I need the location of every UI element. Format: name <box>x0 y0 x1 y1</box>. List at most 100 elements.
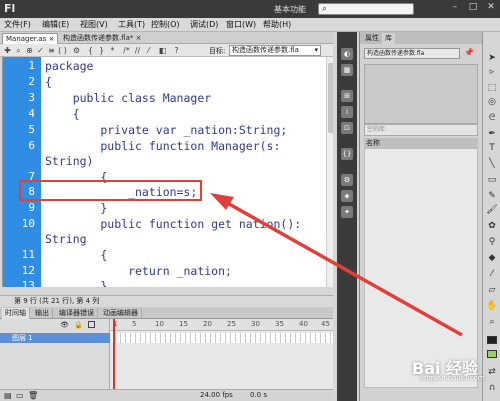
menu-help[interactable]: 帮助(H) <box>263 19 291 30</box>
menu-edit[interactable]: 编辑(E) <box>42 19 69 30</box>
close-icon[interactable]: ✕ <box>484 2 498 14</box>
color-panel-icon[interactable]: ◐ <box>341 48 353 60</box>
library-search-input[interactable]: 空的库 <box>364 124 478 136</box>
eraser-icon[interactable]: ▱ <box>486 284 498 296</box>
tab-fla-document[interactable]: 构造函数传递参数.fla* × <box>60 33 145 44</box>
tab-library[interactable]: 库 <box>382 33 395 44</box>
paint-bucket-icon[interactable]: ◆ <box>486 252 498 264</box>
swatches-icon[interactable]: ▦ <box>341 64 353 76</box>
scrollbar-thumb[interactable] <box>328 63 333 133</box>
stroke-color-swatch[interactable] <box>487 336 497 344</box>
expand-all-icon[interactable]: * <box>108 46 117 55</box>
close-tab-icon[interactable]: × <box>48 35 54 43</box>
components-icon[interactable]: ⚙ <box>341 174 353 186</box>
frame-tick: 15 <box>179 320 188 328</box>
lock-icon[interactable]: 🔒 <box>74 321 83 329</box>
collapse-selection-icon[interactable]: } <box>97 46 106 55</box>
timeline-footer: ▤ ▭ 🗑 24.00 fps 0.0 s <box>0 389 333 401</box>
close-tab-icon[interactable]: × <box>136 34 142 42</box>
code-line-wrapped: String) <box>45 154 94 168</box>
tab-properties[interactable]: 属性 <box>362 33 382 44</box>
selection-tool-icon[interactable]: ➤ <box>486 52 498 64</box>
new-folder-icon[interactable]: ▭ <box>16 391 24 400</box>
maximize-icon[interactable]: □ <box>466 2 480 14</box>
tab-motion-editor[interactable]: 动画编辑器 <box>100 308 142 319</box>
deco-tool-icon[interactable]: ✿ <box>486 220 498 232</box>
workspace-switcher[interactable]: 基本功能 <box>274 4 306 15</box>
pin-icon[interactable]: 📌 <box>464 48 474 57</box>
target-select[interactable]: 构造函数传递参数.fla ▾ <box>229 45 321 56</box>
pencil-tool-icon[interactable]: ✎ <box>486 190 498 202</box>
find-icon[interactable]: ⌕ <box>14 46 23 55</box>
comment-line-icon[interactable]: // <box>133 46 142 55</box>
layer-row[interactable]: 图层 1 <box>0 333 110 343</box>
comment-block-icon[interactable]: /* <box>122 46 131 55</box>
code-snippets-panel-icon[interactable]: {} <box>341 148 353 160</box>
motion-presets-icon[interactable]: ✦ <box>341 206 353 218</box>
menu-file[interactable]: 文件(F) <box>4 19 31 30</box>
line-tool-icon[interactable]: ╲ <box>486 158 498 170</box>
check-syntax-icon[interactable]: ✓ <box>36 46 45 55</box>
fill-color-swatch[interactable] <box>487 350 497 358</box>
snap-icon[interactable]: ∩ <box>486 382 498 394</box>
free-transform-icon[interactable]: ⬚ <box>486 82 498 94</box>
frame-ruler[interactable]: 1 5 10 15 20 25 30 35 40 45 <box>111 319 333 331</box>
debug-options-icon[interactable]: ⚙ <box>72 46 81 55</box>
insert-target-icon[interactable]: ⊕ <box>25 46 34 55</box>
vertical-scrollbar[interactable] <box>326 57 333 287</box>
frame-rate[interactable]: 24.00 fps <box>200 391 233 399</box>
code-editor[interactable]: 1 2 3 4 5 6 7 8 9 10 11 12 13 package { … <box>2 57 333 287</box>
subselection-tool-icon[interactable]: ▹ <box>486 66 498 78</box>
frame-cells[interactable] <box>111 333 333 343</box>
hand-tool-icon[interactable]: ✋ <box>486 300 498 312</box>
outline-icon[interactable] <box>88 321 95 328</box>
menu-view[interactable]: 视图(V) <box>80 19 108 30</box>
frame-tick: 30 <box>251 320 260 328</box>
brush-tool-icon[interactable]: 🖌 <box>486 204 498 216</box>
tab-compiler-errors[interactable]: 编译器错误 <box>56 308 98 319</box>
frame-tick: 25 <box>227 320 236 328</box>
info-icon[interactable]: i <box>341 106 353 118</box>
new-layer-icon[interactable]: ▤ <box>4 391 12 400</box>
eye-icon[interactable]: 👁 <box>60 321 69 329</box>
pen-tool-icon[interactable]: ✒ <box>486 128 498 140</box>
library-column-header[interactable]: 名称 <box>364 138 478 148</box>
library-item-list[interactable] <box>364 148 478 388</box>
line-number: 12 <box>21 264 35 277</box>
library-document-select[interactable]: 构造函数传递参数.fla <box>364 48 460 59</box>
swap-colors-icon[interactable]: ⇄ <box>486 366 498 378</box>
minimize-icon[interactable]: – <box>448 2 462 14</box>
code-snippets-icon[interactable]: ◧ <box>158 46 167 55</box>
delete-layer-icon[interactable]: 🗑 <box>28 391 38 400</box>
rectangle-tool-icon[interactable]: ▭ <box>486 174 498 186</box>
component-inspector-icon[interactable]: ◈ <box>341 190 353 202</box>
code-hint-icon[interactable]: ( ) <box>58 46 67 55</box>
document-tabs: Manager.as × 构造函数传递参数.fla* × <box>0 32 333 44</box>
lasso-icon[interactable]: ᘓ <box>486 112 498 124</box>
menu-debug[interactable]: 调试(D) <box>190 19 218 30</box>
collapse-icon[interactable]: { <box>86 46 95 55</box>
menu-control[interactable]: 控制(O) <box>151 19 180 30</box>
uncomment-icon[interactable]: ⁄ <box>144 46 153 55</box>
tab-timeline[interactable]: 时间轴 <box>2 308 30 319</box>
code-line: public function Manager(s: <box>45 139 281 153</box>
text-tool-icon[interactable]: T <box>486 142 498 154</box>
menu-tools[interactable]: 工具(T) <box>118 19 145 30</box>
timeline-panel: 👁 🔒 图层 1 1 5 10 15 20 25 30 35 40 45 ▤ ▭… <box>0 319 333 401</box>
transform-icon[interactable]: ⊡ <box>341 122 353 134</box>
timeline-tabs: 时间轴 输出 编译器错误 动画编辑器 <box>0 307 333 319</box>
menu-window[interactable]: 窗口(W) <box>226 19 256 30</box>
help-search-input[interactable]: ⌕ <box>318 3 414 15</box>
tab-output[interactable]: 输出 <box>32 308 53 319</box>
tab-manager-as[interactable]: Manager.as × <box>2 33 59 44</box>
align-icon[interactable]: ⊞ <box>341 90 353 102</box>
add-statement-icon[interactable]: ✚ <box>3 46 12 55</box>
bone-tool-icon[interactable]: ⚲ <box>486 236 498 248</box>
target-value: 构造函数传递参数.fla <box>232 46 299 54</box>
help-icon[interactable]: ? <box>172 46 181 55</box>
zoom-tool-icon[interactable]: ⌕ <box>486 316 498 328</box>
eyedropper-icon[interactable]: ⁄ <box>486 268 498 280</box>
auto-format-icon[interactable]: ≡ <box>47 46 56 55</box>
tab-label: 构造函数传递参数.fla* <box>63 34 134 42</box>
3d-rotation-icon[interactable]: ◎ <box>486 96 498 108</box>
